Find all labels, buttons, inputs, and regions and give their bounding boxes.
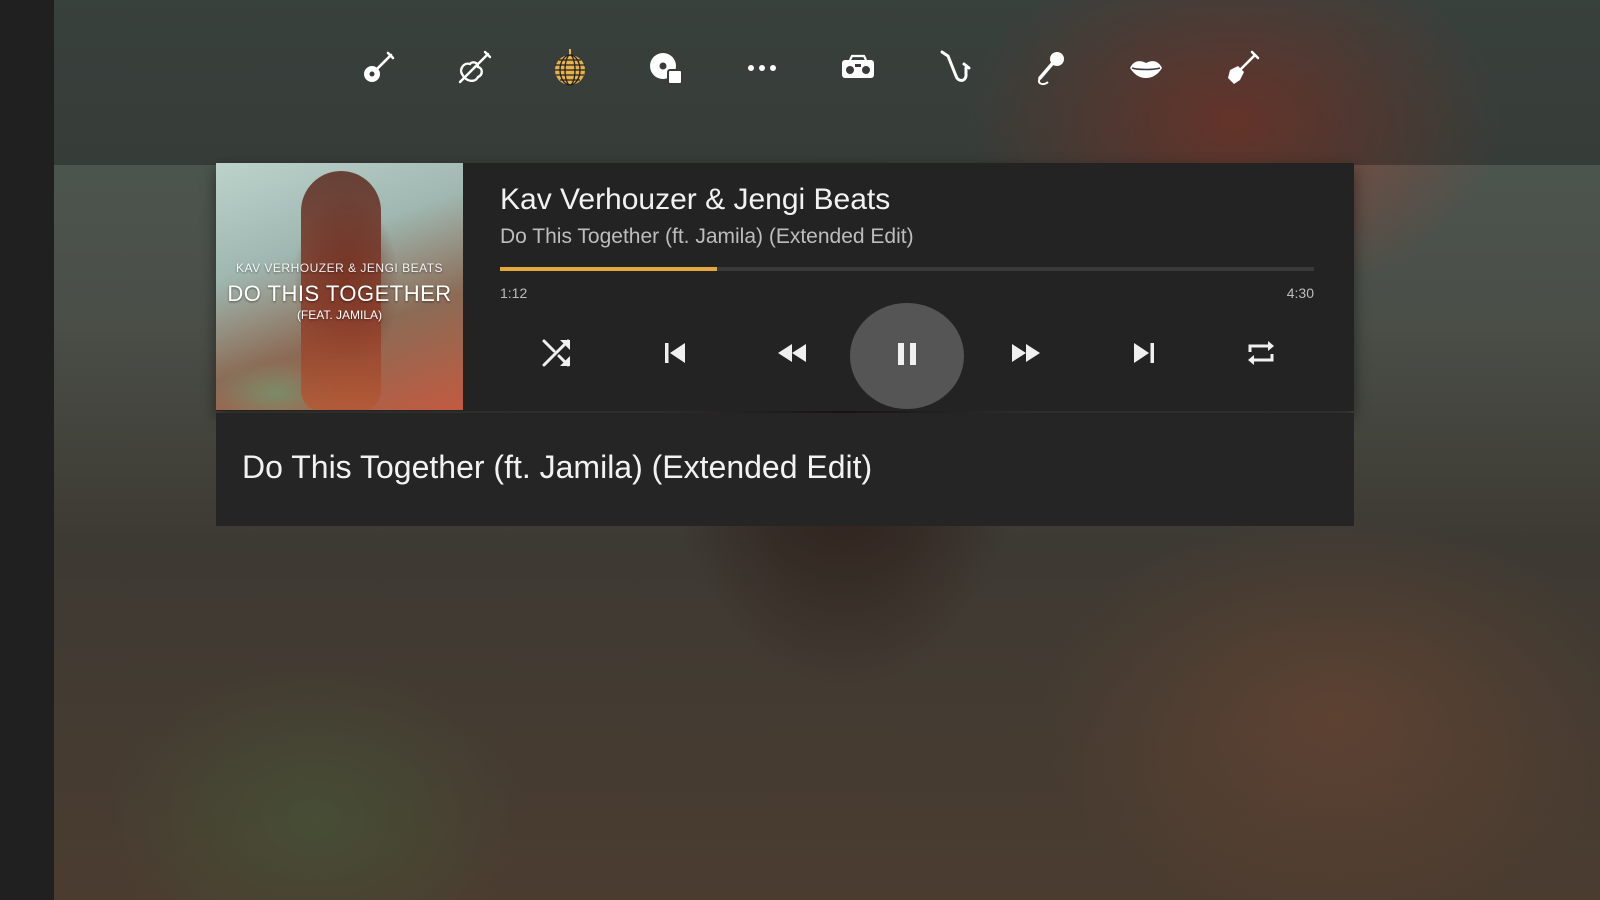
playback-controls: [500, 303, 1314, 409]
genre-button-rock[interactable]: [1194, 42, 1290, 98]
saxophone-icon: [934, 48, 974, 93]
track-title-panel: Do This Together (ft. Jamila) (Extended …: [216, 413, 1354, 526]
rewind-icon: [775, 336, 809, 375]
progress-bar[interactable]: [500, 267, 1314, 271]
genre-button-more[interactable]: [714, 42, 810, 98]
acoustic-guitar-icon: [358, 48, 398, 93]
genre-toolbar: [330, 42, 1290, 98]
repeat-icon: [1244, 336, 1278, 375]
genre-button-cd[interactable]: [618, 42, 714, 98]
fast-forward-button[interactable]: [996, 325, 1056, 385]
album-cover-artist-text: KAV VERHOUZER & JENGI BEATS: [235, 261, 444, 275]
disco-ball-icon: [550, 48, 590, 93]
shuffle-button[interactable]: [527, 325, 587, 385]
now-playing-card: KAV VERHOUZER & JENGI BEATS DO THIS TOGE…: [216, 163, 1354, 411]
genre-button-acoustic[interactable]: [330, 42, 426, 98]
rewind-button[interactable]: [762, 325, 822, 385]
left-rail: [0, 0, 54, 900]
track-title-large: Do This Together (ft. Jamila) (Extended …: [242, 449, 873, 485]
album-cover-feat-text: (FEAT. JAMILA): [296, 308, 383, 322]
lips-icon: [1126, 48, 1166, 93]
elapsed-time: 1:12: [500, 285, 528, 301]
skip-previous-button[interactable]: [645, 325, 705, 385]
genre-button-vocal[interactable]: [1002, 42, 1098, 98]
cd-disc-icon: [646, 48, 686, 93]
more-dots-icon: [742, 48, 782, 93]
shuffle-icon: [540, 336, 574, 375]
total-duration: 4:30: [1286, 285, 1314, 301]
violin-icon: [454, 48, 494, 93]
electric-guitar-icon: [1222, 48, 1262, 93]
fast-forward-icon: [1009, 336, 1043, 375]
artist-name: Kav Verhouzer & Jengi Beats: [500, 183, 891, 216]
genre-button-disco[interactable]: [522, 42, 618, 98]
album-cover[interactable]: KAV VERHOUZER & JENGI BEATS DO THIS TOGE…: [216, 163, 463, 410]
microphone-icon: [1030, 48, 1070, 93]
genre-button-radio[interactable]: [810, 42, 906, 98]
skip-next-icon: [1127, 336, 1161, 375]
pause-button[interactable]: [850, 303, 964, 409]
genre-button-jazz[interactable]: [906, 42, 1002, 98]
genre-button-classical[interactable]: [426, 42, 522, 98]
skip-next-button[interactable]: [1114, 325, 1174, 385]
boombox-icon: [838, 48, 878, 93]
repeat-button[interactable]: [1231, 325, 1291, 385]
album-cover-title-text: DO THIS TOGETHER: [227, 281, 452, 306]
skip-previous-icon: [658, 336, 692, 375]
genre-button-pop[interactable]: [1098, 42, 1194, 98]
track-title: Do This Together (ft. Jamila) (Extended …: [500, 225, 914, 248]
pause-icon: [889, 336, 925, 377]
progress-bar-fill: [500, 267, 718, 271]
